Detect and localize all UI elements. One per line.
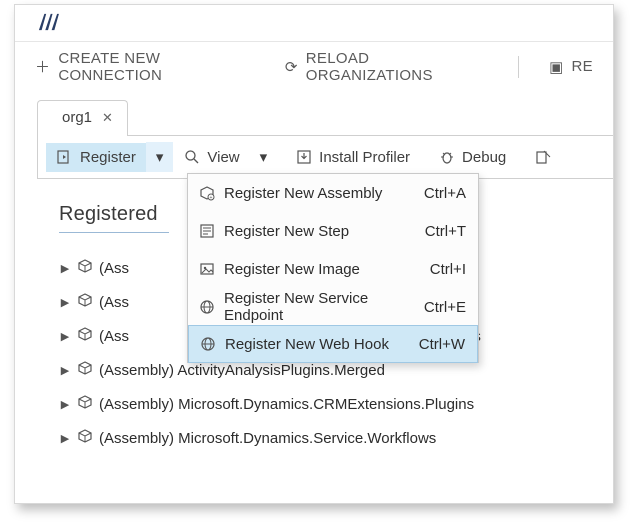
dynamics-logo-icon: [37, 12, 59, 35]
section-title: Registered: [59, 203, 169, 233]
body-area: Registered ▶ (Ass ▶ (Ass s ▶ (Ass: [37, 179, 613, 455]
install-profiler-label: Install Profiler: [319, 149, 410, 166]
play-square-icon: ▣: [549, 58, 563, 76]
menu-item-label: Register New Image: [224, 261, 422, 278]
replay-label-partial: RE: [572, 58, 593, 75]
extra-button-partial[interactable]: [524, 143, 562, 171]
package-icon: [77, 258, 93, 278]
menu-shortcut: Ctrl+A: [424, 185, 466, 202]
endpoint-icon: [198, 299, 216, 315]
tab-label: org1: [62, 109, 92, 126]
close-icon[interactable]: ✕: [102, 110, 113, 126]
assembly-icon: +: [198, 185, 216, 201]
toolbar-separator: [518, 56, 519, 78]
view-button[interactable]: View: [173, 143, 249, 172]
register-dropdown-chevron[interactable]: ▾: [146, 142, 174, 172]
package-icon: [77, 326, 93, 346]
register-label: Register: [80, 149, 136, 166]
debug-icon: [438, 149, 456, 165]
package-icon: [77, 292, 93, 312]
reload-orgs-button[interactable]: ⟳ RELOAD ORGANIZATIONS: [285, 50, 488, 84]
logo-bar: [15, 5, 613, 41]
menu-item-register-webhook[interactable]: Register New Web Hook Ctrl+W: [188, 325, 478, 363]
content-area: org1 ✕ Register ▾ View ▾: [15, 91, 613, 455]
search-icon: [183, 149, 201, 165]
install-icon: [295, 149, 313, 165]
tree-item-label: (Ass: [99, 260, 129, 277]
expand-arrow-icon[interactable]: ▶: [59, 330, 71, 343]
menu-item-label: Register New Step: [224, 223, 417, 240]
plus-icon: ＋: [35, 56, 50, 77]
expand-arrow-icon[interactable]: ▶: [59, 262, 71, 275]
register-icon: [56, 149, 74, 165]
svg-text:+: +: [210, 195, 213, 201]
create-connection-label: CREATE NEW CONNECTION: [58, 50, 255, 84]
tree-item-label: (Ass: [99, 328, 129, 345]
chevron-down-icon: ▾: [156, 149, 164, 166]
view-label: View: [207, 149, 239, 166]
replay-button-partial[interactable]: ▣ RE: [549, 58, 593, 76]
debug-button[interactable]: Debug: [428, 143, 516, 172]
register-dropdown-menu: + Register New Assembly Ctrl+A Register …: [187, 173, 479, 363]
step-icon: [198, 223, 216, 239]
menu-shortcut: Ctrl+E: [424, 299, 466, 316]
reload-orgs-label: RELOAD ORGANIZATIONS: [306, 50, 488, 84]
menu-item-register-endpoint[interactable]: Register New Service Endpoint Ctrl+E: [188, 288, 478, 326]
tab-org1[interactable]: org1 ✕: [37, 100, 128, 136]
menu-item-register-step[interactable]: Register New Step Ctrl+T: [188, 212, 478, 250]
webhook-icon: [199, 336, 217, 352]
tree-row[interactable]: ▶ (Assembly) Microsoft.Dynamics.Service.…: [59, 421, 613, 455]
menu-item-label: Register New Service Endpoint: [224, 290, 416, 324]
expand-arrow-icon[interactable]: ▶: [59, 398, 71, 411]
tree-item-label: (Ass: [99, 294, 129, 311]
chevron-down-icon: ▾: [260, 149, 268, 166]
menu-shortcut: Ctrl+W: [419, 336, 465, 353]
tree-row[interactable]: ▶ (Assembly) Microsoft.Dynamics.CRMExten…: [59, 387, 613, 421]
package-icon: [77, 394, 93, 414]
menu-shortcut: Ctrl+T: [425, 223, 466, 240]
install-profiler-button[interactable]: Install Profiler: [285, 143, 420, 172]
tree-item-label: (Assembly) Microsoft.Dynamics.Service.Wo…: [99, 430, 436, 447]
reload-icon: ⟳: [285, 58, 298, 76]
package-icon: [77, 428, 93, 448]
expand-arrow-icon[interactable]: ▶: [59, 296, 71, 309]
package-icon: [77, 360, 93, 380]
menu-shortcut: Ctrl+I: [430, 261, 466, 278]
unregister-icon: [534, 149, 552, 165]
tab-bar: org1 ✕: [37, 91, 613, 135]
menu-item-label: Register New Web Hook: [225, 336, 411, 353]
view-dropdown-chevron[interactable]: ▾: [250, 142, 278, 172]
register-button[interactable]: Register: [46, 143, 146, 172]
app-window: ＋ CREATE NEW CONNECTION ⟳ RELOAD ORGANIZ…: [14, 4, 614, 504]
tree-item-label: (Assembly) ActivityAnalysisPlugins.Merge…: [99, 362, 385, 379]
tree-item-label: (Assembly) Microsoft.Dynamics.CRMExtensi…: [99, 396, 474, 413]
image-icon: [198, 261, 216, 277]
expand-arrow-icon[interactable]: ▶: [59, 364, 71, 377]
menu-item-label: Register New Assembly: [224, 185, 416, 202]
debug-label: Debug: [462, 149, 506, 166]
create-connection-button[interactable]: ＋ CREATE NEW CONNECTION: [35, 50, 255, 84]
menu-item-register-assembly[interactable]: + Register New Assembly Ctrl+A: [188, 174, 478, 212]
top-toolbar: ＋ CREATE NEW CONNECTION ⟳ RELOAD ORGANIZ…: [15, 41, 613, 91]
menu-item-register-image[interactable]: Register New Image Ctrl+I: [188, 250, 478, 288]
expand-arrow-icon[interactable]: ▶: [59, 432, 71, 445]
